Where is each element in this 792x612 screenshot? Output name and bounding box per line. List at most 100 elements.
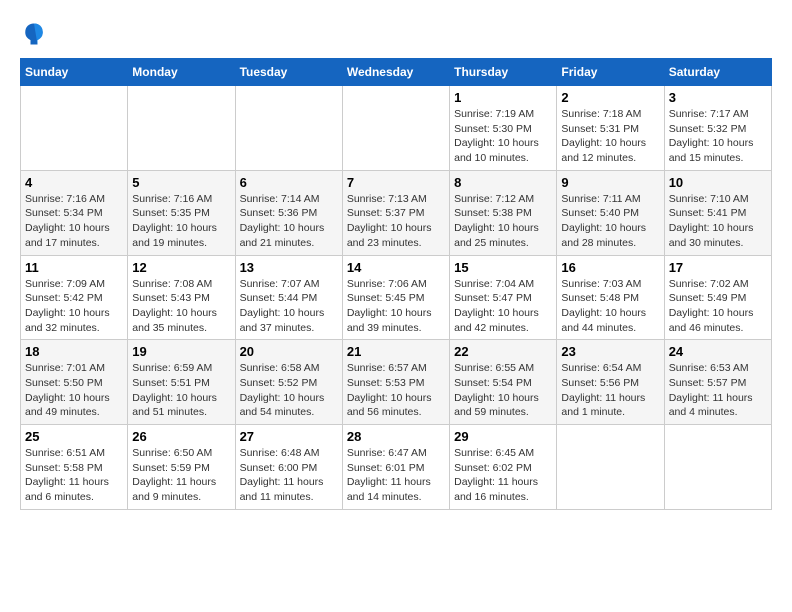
day-info: Sunrise: 6:51 AMSunset: 5:58 PMDaylight:…	[25, 446, 123, 505]
calendar-cell: 16 Sunrise: 7:03 AMSunset: 5:48 PMDayligh…	[557, 255, 664, 340]
calendar-cell: 15 Sunrise: 7:04 AMSunset: 5:47 PMDayligh…	[450, 255, 557, 340]
calendar-cell: 2 Sunrise: 7:18 AMSunset: 5:31 PMDaylight…	[557, 86, 664, 171]
day-info: Sunrise: 7:12 AMSunset: 5:38 PMDaylight:…	[454, 192, 552, 251]
day-number: 26	[132, 429, 230, 444]
day-number: 29	[454, 429, 552, 444]
day-info: Sunrise: 6:50 AMSunset: 5:59 PMDaylight:…	[132, 446, 230, 505]
day-info: Sunrise: 6:53 AMSunset: 5:57 PMDaylight:…	[669, 361, 767, 420]
calendar-cell: 19 Sunrise: 6:59 AMSunset: 5:51 PMDayligh…	[128, 340, 235, 425]
day-info: Sunrise: 7:07 AMSunset: 5:44 PMDaylight:…	[240, 277, 338, 336]
day-number: 16	[561, 260, 659, 275]
day-number: 15	[454, 260, 552, 275]
day-number: 28	[347, 429, 445, 444]
calendar-header-row: SundayMondayTuesdayWednesdayThursdayFrid…	[21, 59, 772, 86]
calendar-cell: 7 Sunrise: 7:13 AMSunset: 5:37 PMDaylight…	[342, 170, 449, 255]
calendar-cell: 1 Sunrise: 7:19 AMSunset: 5:30 PMDaylight…	[450, 86, 557, 171]
calendar-cell: 9Sunrise: 7:11 AMSunset: 5:40 PMDaylight…	[557, 170, 664, 255]
calendar-week-row: 11 Sunrise: 7:09 AMSunset: 5:42 PMDayligh…	[21, 255, 772, 340]
day-number: 7	[347, 175, 445, 190]
day-info: Sunrise: 6:48 AMSunset: 6:00 PMDaylight:…	[240, 446, 338, 505]
day-info: Sunrise: 6:59 AMSunset: 5:51 PMDaylight:…	[132, 361, 230, 420]
calendar-day-header: Friday	[557, 59, 664, 86]
calendar-cell: 22Sunrise: 6:55 AMSunset: 5:54 PMDayligh…	[450, 340, 557, 425]
day-number: 11	[25, 260, 123, 275]
day-number: 21	[347, 344, 445, 359]
calendar-cell: 24 Sunrise: 6:53 AMSunset: 5:57 PMDayligh…	[664, 340, 771, 425]
day-info: Sunrise: 7:11 AMSunset: 5:40 PMDaylight:…	[561, 192, 659, 251]
calendar-cell: 25 Sunrise: 6:51 AMSunset: 5:58 PMDayligh…	[21, 425, 128, 510]
calendar-day-header: Sunday	[21, 59, 128, 86]
calendar-cell: 12 Sunrise: 7:08 AMSunset: 5:43 PMDayligh…	[128, 255, 235, 340]
page-header	[20, 20, 772, 48]
day-info: Sunrise: 7:02 AMSunset: 5:49 PMDaylight:…	[669, 277, 767, 336]
day-number: 24	[669, 344, 767, 359]
calendar-cell: 10 Sunrise: 7:10 AMSunset: 5:41 PMDayligh…	[664, 170, 771, 255]
calendar-cell	[21, 86, 128, 171]
day-number: 20	[240, 344, 338, 359]
day-info: Sunrise: 7:18 AMSunset: 5:31 PMDaylight:…	[561, 107, 659, 166]
calendar-day-header: Thursday	[450, 59, 557, 86]
day-info: Sunrise: 6:47 AMSunset: 6:01 PMDaylight:…	[347, 446, 445, 505]
calendar-day-header: Tuesday	[235, 59, 342, 86]
day-info: Sunrise: 7:16 AMSunset: 5:34 PMDaylight:…	[25, 192, 123, 251]
day-info: Sunrise: 7:13 AMSunset: 5:37 PMDaylight:…	[347, 192, 445, 251]
calendar-cell: 5Sunrise: 7:16 AMSunset: 5:35 PMDaylight…	[128, 170, 235, 255]
calendar-week-row: 1 Sunrise: 7:19 AMSunset: 5:30 PMDaylight…	[21, 86, 772, 171]
calendar-cell: 4 Sunrise: 7:16 AMSunset: 5:34 PMDaylight…	[21, 170, 128, 255]
day-info: Sunrise: 7:19 AMSunset: 5:30 PMDaylight:…	[454, 107, 552, 166]
day-info: Sunrise: 7:09 AMSunset: 5:42 PMDaylight:…	[25, 277, 123, 336]
calendar-day-header: Wednesday	[342, 59, 449, 86]
calendar-cell: 6 Sunrise: 7:14 AMSunset: 5:36 PMDaylight…	[235, 170, 342, 255]
calendar-cell: 23 Sunrise: 6:54 AMSunset: 5:56 PMDayligh…	[557, 340, 664, 425]
calendar-cell: 20 Sunrise: 6:58 AMSunset: 5:52 PMDayligh…	[235, 340, 342, 425]
day-info: Sunrise: 7:06 AMSunset: 5:45 PMDaylight:…	[347, 277, 445, 336]
day-info: Sunrise: 7:17 AMSunset: 5:32 PMDaylight:…	[669, 107, 767, 166]
day-number: 23	[561, 344, 659, 359]
day-number: 12	[132, 260, 230, 275]
day-number: 1	[454, 90, 552, 105]
day-number: 10	[669, 175, 767, 190]
day-info: Sunrise: 7:10 AMSunset: 5:41 PMDaylight:…	[669, 192, 767, 251]
calendar-body: 1 Sunrise: 7:19 AMSunset: 5:30 PMDaylight…	[21, 86, 772, 510]
calendar-week-row: 18 Sunrise: 7:01 AMSunset: 5:50 PMDayligh…	[21, 340, 772, 425]
calendar-cell: 11 Sunrise: 7:09 AMSunset: 5:42 PMDayligh…	[21, 255, 128, 340]
day-number: 3	[669, 90, 767, 105]
calendar-cell: 14 Sunrise: 7:06 AMSunset: 5:45 PMDayligh…	[342, 255, 449, 340]
day-number: 25	[25, 429, 123, 444]
day-number: 27	[240, 429, 338, 444]
calendar-cell	[664, 425, 771, 510]
day-info: Sunrise: 6:54 AMSunset: 5:56 PMDaylight:…	[561, 361, 659, 420]
calendar-day-header: Monday	[128, 59, 235, 86]
calendar-week-row: 4 Sunrise: 7:16 AMSunset: 5:34 PMDaylight…	[21, 170, 772, 255]
day-info: Sunrise: 6:57 AMSunset: 5:53 PMDaylight:…	[347, 361, 445, 420]
calendar-week-row: 25 Sunrise: 6:51 AMSunset: 5:58 PMDayligh…	[21, 425, 772, 510]
calendar-cell: 3 Sunrise: 7:17 AMSunset: 5:32 PMDaylight…	[664, 86, 771, 171]
day-number: 5	[132, 175, 230, 190]
day-info: Sunrise: 6:45 AMSunset: 6:02 PMDaylight:…	[454, 446, 552, 505]
calendar-cell: 18 Sunrise: 7:01 AMSunset: 5:50 PMDayligh…	[21, 340, 128, 425]
day-info: Sunrise: 6:58 AMSunset: 5:52 PMDaylight:…	[240, 361, 338, 420]
day-number: 18	[25, 344, 123, 359]
day-number: 13	[240, 260, 338, 275]
day-info: Sunrise: 7:01 AMSunset: 5:50 PMDaylight:…	[25, 361, 123, 420]
day-number: 8	[454, 175, 552, 190]
calendar-day-header: Saturday	[664, 59, 771, 86]
day-number: 17	[669, 260, 767, 275]
calendar-cell: 26 Sunrise: 6:50 AMSunset: 5:59 PMDayligh…	[128, 425, 235, 510]
logo-icon	[20, 20, 48, 48]
day-number: 19	[132, 344, 230, 359]
calendar-cell: 27 Sunrise: 6:48 AMSunset: 6:00 PMDayligh…	[235, 425, 342, 510]
day-number: 2	[561, 90, 659, 105]
day-info: Sunrise: 7:03 AMSunset: 5:48 PMDaylight:…	[561, 277, 659, 336]
calendar-cell	[557, 425, 664, 510]
day-number: 4	[25, 175, 123, 190]
day-info: Sunrise: 7:04 AMSunset: 5:47 PMDaylight:…	[454, 277, 552, 336]
day-info: Sunrise: 7:14 AMSunset: 5:36 PMDaylight:…	[240, 192, 338, 251]
calendar-cell: 28 Sunrise: 6:47 AMSunset: 6:01 PMDayligh…	[342, 425, 449, 510]
day-info: Sunrise: 7:08 AMSunset: 5:43 PMDaylight:…	[132, 277, 230, 336]
day-number: 14	[347, 260, 445, 275]
calendar-cell: 29 Sunrise: 6:45 AMSunset: 6:02 PMDayligh…	[450, 425, 557, 510]
day-number: 22	[454, 344, 552, 359]
day-number: 6	[240, 175, 338, 190]
calendar-cell: 13 Sunrise: 7:07 AMSunset: 5:44 PMDayligh…	[235, 255, 342, 340]
